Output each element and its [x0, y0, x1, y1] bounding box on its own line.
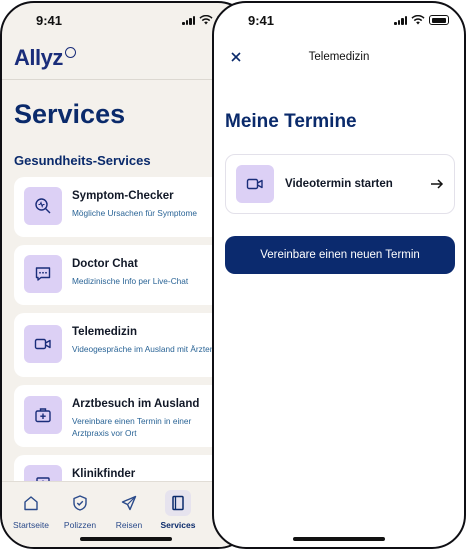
- page-title: Meine Termine: [225, 111, 357, 132]
- status-icons: [394, 15, 449, 25]
- tab-startseite[interactable]: Startseite: [6, 490, 56, 530]
- arrow-right-icon: [431, 179, 444, 189]
- battery-icon: [429, 15, 449, 25]
- service-description: Videogespräche im Ausland mit Ärzten: [72, 344, 215, 354]
- wifi-icon: [411, 15, 425, 25]
- nav-title: Telemedizin: [308, 51, 370, 63]
- service-title: Telemedizin: [72, 326, 137, 338]
- tab-label: Polizzen: [63, 520, 97, 530]
- chat-icon: [24, 255, 62, 293]
- video-camera-icon: [236, 165, 274, 203]
- tab-services[interactable]: Services: [153, 490, 203, 530]
- wifi-icon: [199, 15, 213, 25]
- section-title: Gesundheits-Services: [14, 153, 151, 168]
- status-time: 9:41: [36, 13, 63, 28]
- logo-text: Allyz: [14, 45, 63, 70]
- airplane-icon: [116, 490, 142, 516]
- home-indicator: [293, 537, 385, 541]
- book-icon: [165, 490, 191, 516]
- appointment-label: Videotermin starten: [285, 178, 393, 190]
- home-icon: [18, 490, 44, 516]
- cellular-signal-icon: [182, 15, 195, 25]
- home-indicator: [80, 537, 172, 541]
- service-description: Mögliche Ursachen für Symptome: [72, 208, 197, 218]
- new-appointment-button[interactable]: Vereinbare einen neuen Termin: [225, 236, 455, 274]
- telemedizin-phone-screen: 9:41 Telemedizin Meine Termine Videoterm…: [212, 1, 466, 549]
- service-description: Vereinbare einen Termin in einer Arztpra…: [72, 416, 192, 438]
- page-title: Services: [14, 99, 126, 129]
- tab-reisen[interactable]: Reisen: [104, 490, 154, 530]
- status-bar: 9:41: [214, 3, 464, 37]
- service-title: Arztbesuch im Ausland: [72, 398, 200, 410]
- service-title: Symptom-Checker: [72, 190, 174, 202]
- status-time: 9:41: [248, 13, 275, 28]
- tab-label: Reisen: [115, 520, 143, 530]
- allyz-logo: Allyz: [14, 45, 76, 71]
- tab-polizzen[interactable]: Polizzen: [55, 490, 105, 530]
- video-appointment-card[interactable]: Videotermin starten: [225, 154, 455, 214]
- service-title: Klinikfinder: [72, 468, 136, 480]
- tab-label: Services: [160, 520, 196, 530]
- service-description: Medizinische Info per Live-Chat: [72, 276, 189, 286]
- tab-label: Startseite: [13, 520, 49, 530]
- medical-bag-icon: [24, 396, 62, 434]
- shield-check-icon: [67, 490, 93, 516]
- cellular-signal-icon: [394, 15, 407, 25]
- logo-mark-icon: [64, 47, 76, 58]
- symptom-search-icon: [24, 187, 62, 225]
- video-camera-icon: [24, 325, 62, 363]
- service-title: Doctor Chat: [72, 258, 138, 270]
